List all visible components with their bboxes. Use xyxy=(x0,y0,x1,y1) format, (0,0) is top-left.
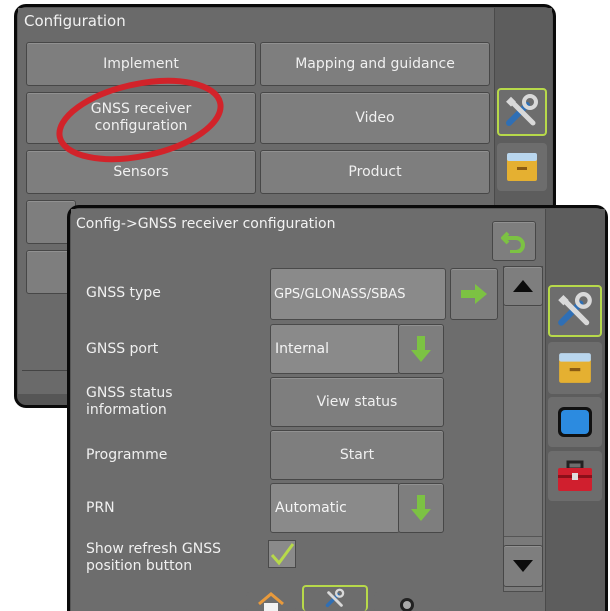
video-button[interactable]: Video xyxy=(260,92,490,144)
show-refresh-label: Show refresh GNSS position button xyxy=(86,541,221,574)
back-arrow-icon xyxy=(501,231,525,253)
prn-dropdown-button[interactable] xyxy=(398,483,444,533)
checkmark-icon xyxy=(270,543,295,566)
gnss-config-title: Config->GNSS receiver configuration xyxy=(76,216,336,232)
scroll-down-button[interactable] xyxy=(503,545,543,587)
down-arrow-icon xyxy=(411,495,431,521)
monitor-icon xyxy=(558,407,592,437)
drawer-icon xyxy=(507,153,537,181)
scrollbar-thumb[interactable] xyxy=(504,307,542,537)
tools-icon xyxy=(558,292,592,326)
drawer-icon xyxy=(559,353,591,383)
tools-icon xyxy=(325,588,345,608)
home-icon xyxy=(258,592,284,611)
front-drawer-tab[interactable] xyxy=(548,342,602,394)
mapping-guidance-button[interactable]: Mapping and guidance xyxy=(260,42,490,86)
gnss-port-label: GNSS port xyxy=(86,341,159,357)
tools-icon xyxy=(506,94,538,126)
gnss-type-next-button[interactable] xyxy=(450,268,498,320)
gnss-type-label: GNSS type xyxy=(86,285,161,301)
gnss-port-dropdown-button[interactable] xyxy=(398,324,444,374)
back-divider xyxy=(22,370,72,371)
back-tools-tab[interactable] xyxy=(497,88,547,136)
scroll-up-icon xyxy=(513,280,533,292)
right-arrow-icon xyxy=(461,284,487,304)
gnss-type-value[interactable]: GPS/GLONASS/SBAS xyxy=(270,268,446,320)
programme-label: Programme xyxy=(86,447,168,463)
highlight-circle xyxy=(56,77,224,163)
gnss-status-label: GNSS status information xyxy=(86,385,173,418)
toolbox-icon xyxy=(558,460,592,491)
view-status-button[interactable]: View status xyxy=(270,377,444,427)
home-tab[interactable] xyxy=(246,592,296,611)
down-arrow-icon xyxy=(411,336,431,362)
show-refresh-checkbox[interactable] xyxy=(268,540,296,568)
back-button[interactable] xyxy=(492,221,536,261)
tools-bottom-tab[interactable] xyxy=(302,585,368,611)
back-drawer-tab[interactable] xyxy=(497,143,547,191)
start-button[interactable]: Start xyxy=(270,430,444,480)
prn-label: PRN xyxy=(86,500,115,516)
front-tools-tab[interactable] xyxy=(548,285,602,337)
product-button[interactable]: Product xyxy=(260,150,490,194)
scroll-down-icon xyxy=(513,560,533,572)
prn-value[interactable]: Automatic xyxy=(270,483,400,533)
camera-icon xyxy=(400,598,414,611)
front-toolbox-tab[interactable] xyxy=(548,451,602,501)
front-monitor-tab[interactable] xyxy=(548,397,602,447)
camera-tab[interactable] xyxy=(374,592,440,611)
gnss-port-value[interactable]: Internal xyxy=(270,324,400,374)
configuration-title: Configuration xyxy=(24,12,126,30)
scroll-up-button[interactable] xyxy=(503,266,543,306)
